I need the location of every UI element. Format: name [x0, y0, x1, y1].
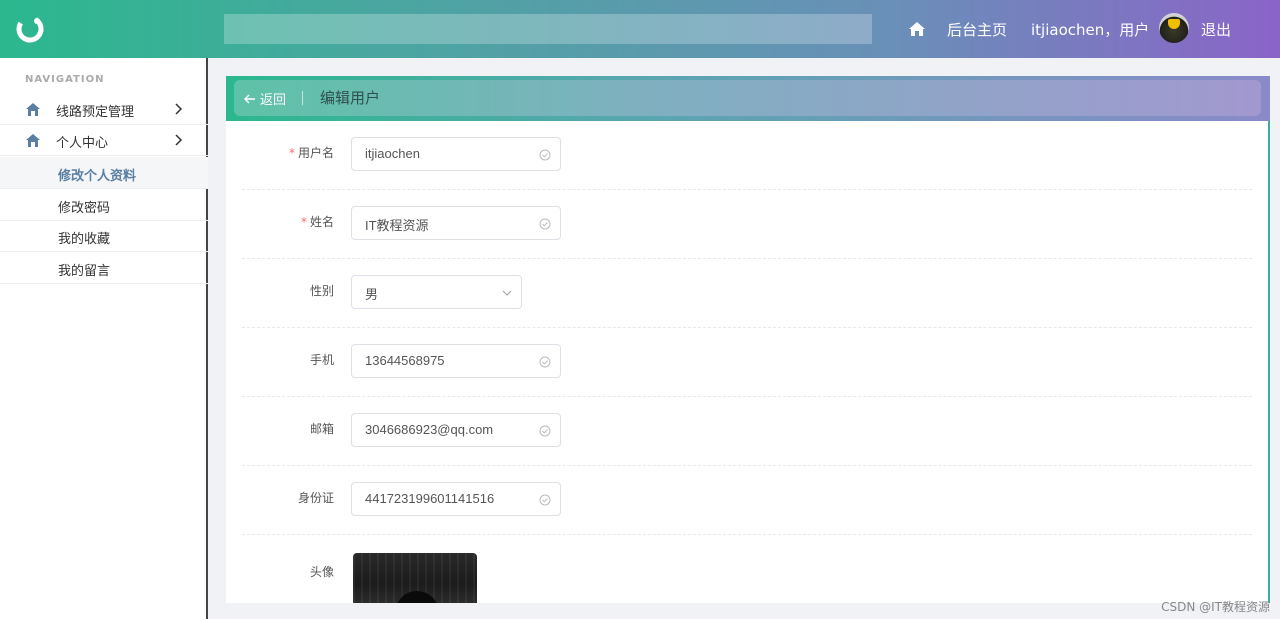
- sidebar-item-label: 我的留言: [58, 264, 111, 279]
- phone-input[interactable]: 13644568975: [351, 344, 561, 378]
- name-input[interactable]: IT教程资源: [351, 206, 561, 240]
- email-input[interactable]: 3046686923@qq.com: [351, 413, 561, 447]
- user-name: itjiaochen，用户: [1031, 21, 1150, 39]
- sidebar-item-label: 修改个人资料: [58, 169, 137, 184]
- avatar[interactable]: [1159, 13, 1189, 43]
- sidebar-item-route-booking[interactable]: 线路预定管理: [0, 94, 208, 125]
- logo-icon[interactable]: [14, 13, 46, 45]
- check-circle-icon: [539, 149, 551, 161]
- home-icon: [26, 103, 40, 116]
- phone-value: 13644568975: [365, 353, 445, 368]
- avatar-label: 头像: [309, 565, 334, 579]
- home-icon: [26, 134, 40, 147]
- form-row-avatar: 头像: [242, 535, 1252, 603]
- nav-title: NAVIGATION: [25, 74, 105, 85]
- username-label: * 用户名: [288, 146, 334, 160]
- gender-label: 性别: [309, 284, 334, 298]
- chevron-down-icon: [502, 290, 512, 296]
- username-value: itjiaochen: [365, 146, 420, 161]
- chevron-right-icon: [175, 134, 183, 146]
- arrow-left-icon: [244, 94, 255, 103]
- sidebar-item-edit-profile[interactable]: 修改个人资料: [0, 157, 208, 189]
- form-row-name: * 姓名 IT教程资源: [242, 190, 1252, 259]
- back-label: 返回: [260, 93, 287, 108]
- email-label: 邮箱: [309, 422, 334, 436]
- card-header: 返回 编辑用户: [234, 80, 1261, 116]
- idcard-input[interactable]: 441723199601141516: [351, 482, 561, 516]
- page-title: 编辑用户: [320, 89, 381, 107]
- sidebar-item-messages[interactable]: 我的留言: [0, 252, 208, 284]
- username-input[interactable]: itjiaochen: [351, 137, 561, 171]
- check-circle-icon: [539, 425, 551, 437]
- phone-label: 手机: [309, 353, 334, 367]
- sidebar-item-label: 修改密码: [58, 201, 111, 216]
- sidebar-item-personal-center[interactable]: 个人中心: [0, 125, 208, 156]
- sidebar-item-label: 线路预定管理: [56, 105, 135, 120]
- check-circle-icon: [539, 218, 551, 230]
- avatar-upload[interactable]: [353, 553, 477, 603]
- sidebar-item-change-password[interactable]: 修改密码: [0, 189, 208, 221]
- home-icon[interactable]: [908, 20, 926, 38]
- form-row-gender: 性别 男: [242, 259, 1252, 328]
- sidebar-item-favorites[interactable]: 我的收藏: [0, 220, 208, 252]
- sidebar-item-label: 个人中心: [56, 136, 109, 151]
- name-value: IT教程资源: [365, 218, 429, 233]
- edit-user-card: 返回 编辑用户 *用户名 itjiaochen *姓名 IT教程资源 性别: [226, 76, 1270, 603]
- chevron-right-icon: [175, 103, 183, 115]
- card-header-bg: 返回 编辑用户: [226, 76, 1270, 121]
- check-circle-icon: [539, 494, 551, 506]
- email-value: 3046686923@qq.com: [365, 422, 494, 437]
- home-link[interactable]: 后台主页: [947, 19, 1007, 40]
- gender-value: 男: [365, 287, 379, 302]
- form-row-idcard: 身份证 441723199601141516: [242, 466, 1252, 535]
- divider: [302, 91, 303, 105]
- search-input[interactable]: [224, 14, 872, 44]
- name-label: * 姓名: [300, 215, 334, 229]
- logout-button[interactable]: 退出: [1201, 19, 1231, 40]
- idcard-value: 441723199601141516: [365, 491, 495, 506]
- check-circle-icon: [539, 356, 551, 368]
- sidebar-item-label: 我的收藏: [58, 232, 111, 247]
- form-row-username: * 用户名 itjiaochen: [242, 121, 1252, 190]
- sidebar: NAVIGATION 线路预定管理 个人中心 修改个人资料 修改密码 我的收藏 …: [0, 58, 208, 619]
- form-row-phone: 手机 13644568975: [242, 328, 1252, 397]
- gender-select[interactable]: 男: [351, 275, 522, 309]
- watermark: CSDN @IT教程资源: [1161, 600, 1270, 614]
- form-row-email: 邮箱 3046686923@qq.com: [242, 397, 1252, 466]
- top-header: 后台主页 itjiaochen，用户 退出: [0, 0, 1280, 58]
- back-button[interactable]: 返回: [244, 89, 286, 108]
- idcard-label: 身份证: [297, 491, 334, 505]
